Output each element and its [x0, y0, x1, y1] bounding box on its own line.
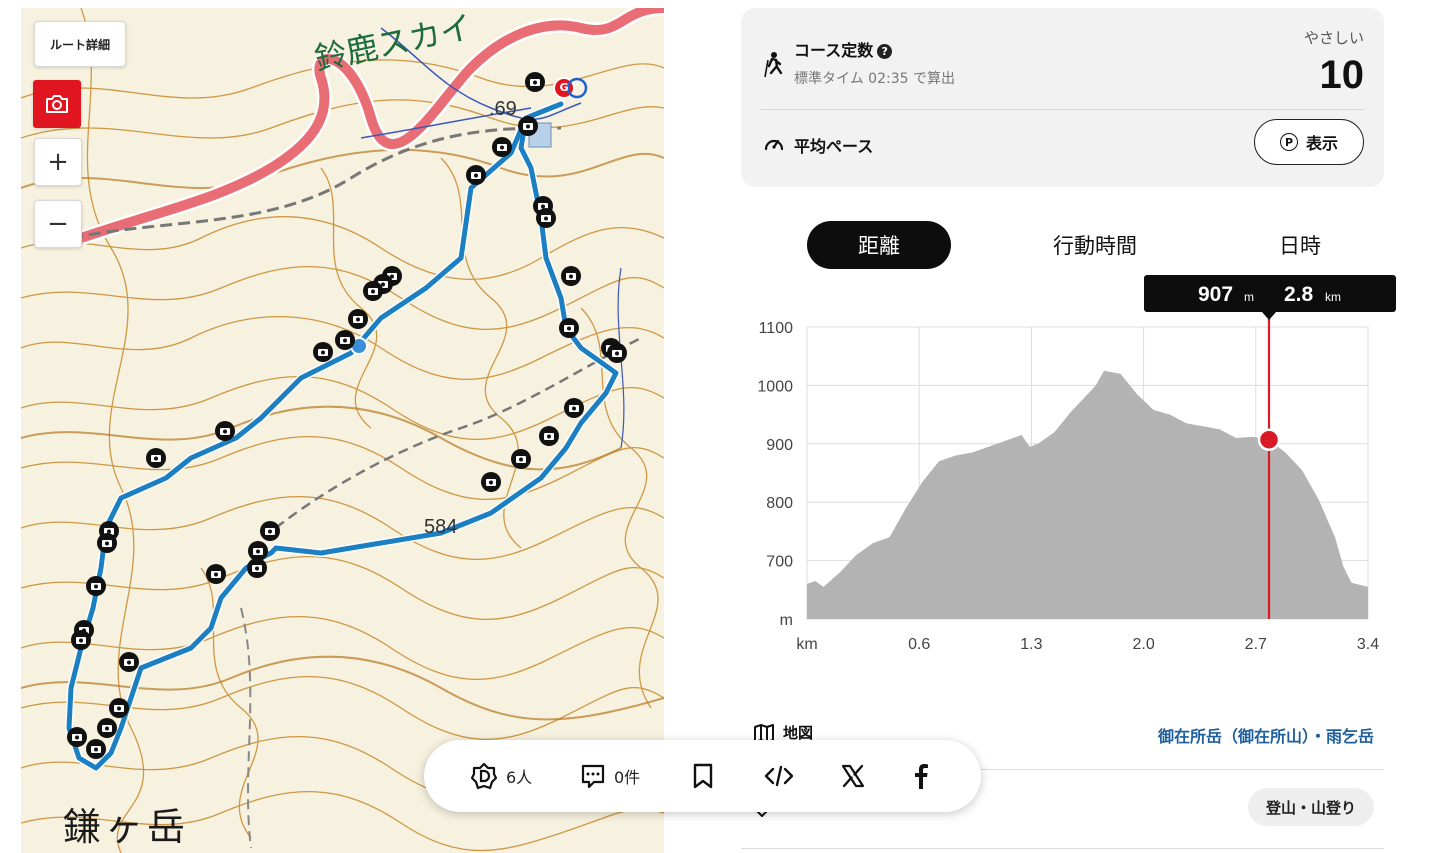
bookmark-icon	[693, 763, 713, 789]
question-icon[interactable]: ?	[877, 44, 893, 59]
embed-button[interactable]	[764, 740, 794, 812]
people-count: 6人	[506, 768, 533, 787]
tab-distance[interactable]: 距離	[807, 221, 951, 269]
elevation-area	[807, 370, 1368, 619]
facebook-icon	[915, 764, 928, 789]
speedometer-icon	[764, 139, 784, 151]
zoom-out-button[interactable]: −	[34, 200, 82, 248]
x-tick-label: km	[796, 636, 817, 653]
y-tick-label: 1000	[757, 378, 793, 395]
course-constant-card: コース定数? 標準タイム 02:35 で算出 やさしい 10 平均ペース P 表…	[741, 8, 1384, 187]
people-button[interactable]: 6人	[470, 740, 532, 812]
tab-activity-time[interactable]: 行動時間	[1020, 221, 1170, 269]
route-detail-button[interactable]: ルート詳細	[34, 21, 126, 67]
share-bar: 6人 0件	[424, 740, 981, 812]
elevation-chart[interactable]: 11001000900800700mkm 0.6 1.3 2.0 2.7 3.4 907 …	[741, 275, 1401, 675]
average-pace-label: 平均ペース	[794, 137, 874, 156]
share-facebook-button[interactable]	[913, 740, 929, 812]
comment-icon	[581, 764, 605, 789]
tooltip-distance-unit: km	[1325, 290, 1341, 304]
x-tick-label: 0.6	[908, 636, 930, 653]
cursor-point[interactable]	[1257, 428, 1281, 451]
camera-icon	[46, 95, 68, 113]
elevation-label-top: .69	[489, 98, 517, 120]
tab-datetime[interactable]: 日時	[1240, 221, 1360, 269]
divider	[761, 109, 1364, 110]
route-map[interactable]: 鈴鹿スカイ 鎌ヶ岳 .69 584 G ルート詳細 + −	[21, 8, 664, 853]
tooltip-elevation-unit: m	[1244, 290, 1254, 304]
show-pace-button[interactable]: P 表示	[1254, 119, 1364, 165]
y-tick-label: 800	[766, 495, 793, 512]
x-tick-label: 2.0	[1132, 636, 1154, 653]
zoom-in-button[interactable]: +	[34, 138, 82, 186]
difficulty-level: やさしい	[1303, 29, 1364, 47]
y-tick-label: m	[780, 612, 793, 629]
course-constant-score: 10	[1319, 53, 1365, 97]
hiker-icon	[764, 52, 783, 78]
comment-button[interactable]: 0件	[580, 740, 640, 812]
tooltip-distance: 2.8	[1284, 283, 1314, 306]
map-link[interactable]: 御在所岳（御在所山）・雨乞岳	[1158, 723, 1374, 747]
x-tick-label: 1.3	[1020, 636, 1042, 653]
course-constant-label: コース定数	[794, 41, 874, 60]
course-constant-title: コース定数?	[794, 37, 893, 61]
bookmark-button[interactable]	[692, 740, 714, 812]
standard-time-note: 標準タイム 02:35 で算出	[794, 71, 955, 87]
tooltip-elevation: 907	[1198, 283, 1233, 306]
premium-badge-icon: P	[1279, 133, 1298, 151]
x-tick-label: 2.7	[1245, 636, 1267, 653]
cursor-tooltip: 907 m 2.8 km	[1144, 275, 1396, 320]
show-pace-label: 表示	[1305, 134, 1338, 153]
x-logo-icon	[841, 764, 865, 788]
map-label-kamagatake: 鎌ヶ岳	[63, 805, 190, 849]
y-tick-label: 700	[766, 554, 793, 571]
goal-marker-label: G	[559, 81, 569, 94]
topo-map	[21, 8, 664, 853]
y-tick-label: 1100	[759, 320, 794, 337]
activity-tag[interactable]: 登山・山登り	[1247, 788, 1374, 826]
y-tick-label: 900	[766, 437, 793, 454]
yamap-d-icon	[470, 762, 498, 790]
comment-count: 0件	[614, 768, 641, 787]
share-x-button[interactable]	[840, 740, 866, 812]
elevation-label-mid: 584	[424, 516, 458, 538]
x-tick-label: 3.4	[1357, 636, 1379, 653]
camera-toggle-button[interactable]	[33, 80, 81, 128]
embed-code-icon	[764, 765, 794, 787]
